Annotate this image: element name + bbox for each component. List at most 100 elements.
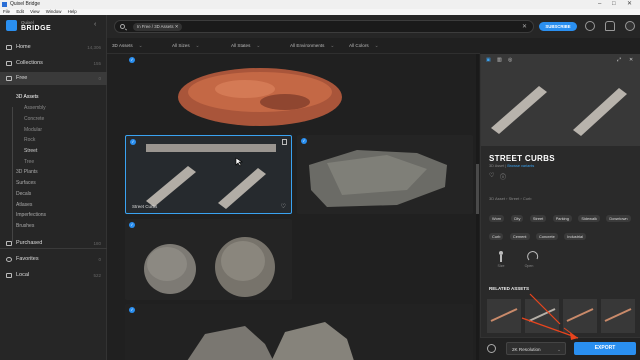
chevron-down-icon: ⌄ <box>557 347 561 352</box>
meta-size-label: Size <box>497 264 505 268</box>
gift-icon <box>6 76 12 81</box>
filter-asset-type[interactable]: 3D Assets ⌄ <box>112 41 143 51</box>
tag[interactable]: Sidewalk <box>578 215 600 222</box>
quixel-logo-icon <box>6 20 17 31</box>
tag[interactable]: Downtown <box>606 215 631 222</box>
clear-search-icon[interactable]: ✕ <box>522 23 527 30</box>
sidebar-item-purchased[interactable]: Purchased 180 <box>0 237 107 250</box>
sidebar-sub-atlases[interactable]: Atlases <box>16 202 32 208</box>
sidebar-item-label: Free <box>16 75 28 81</box>
favorite-heart-icon[interactable]: ♡ <box>281 203 286 210</box>
asset-card[interactable]: ✓ <box>125 54 473 130</box>
window-title: Quixel Bridge <box>10 1 41 7</box>
sidebar-sub-brushes[interactable]: Brushes <box>16 223 34 229</box>
close-window-icon[interactable]: ✕ <box>627 0 632 9</box>
filter-label: All Sizes <box>172 43 190 48</box>
filter-colors[interactable]: All Colors ⌄ <box>349 41 379 51</box>
sidebar-sub-tree[interactable]: Tree <box>24 159 34 165</box>
sidebar-sub-concrete[interactable]: Concrete <box>24 116 44 122</box>
related-asset-1 <box>487 299 521 333</box>
download-icon[interactable] <box>585 21 595 31</box>
asset-title: STREET CURBS <box>489 154 555 163</box>
maximize-icon[interactable]: □ <box>612 0 616 9</box>
tag[interactable]: City <box>510 215 524 222</box>
sidebar-item-local[interactable]: Local 522 <box>0 269 107 282</box>
sidebar-item-count: 155 <box>93 61 101 66</box>
related-assets-heading: RELATED ASSETS <box>489 286 530 291</box>
sidebar-item-favorites[interactable]: Favorites 0 <box>0 253 107 266</box>
minimize-icon[interactable]: – <box>598 0 601 9</box>
size-person-icon <box>499 251 503 262</box>
breadcrumb-item[interactable]: Curb <box>523 196 532 201</box>
browse-variants-link[interactable]: Browse variants <box>507 164 534 168</box>
sidebar-sub-decals[interactable]: Decals <box>16 191 31 197</box>
sidebar-sub-assembly[interactable]: Assembly <box>24 105 46 111</box>
sidebar-sub-street[interactable]: Street <box>24 148 37 154</box>
asset-card[interactable]: ✓ <box>125 219 292 300</box>
export-settings-gear-icon[interactable] <box>487 344 496 353</box>
sidebar-sub-3d-plants[interactable]: 3D Plants <box>16 169 38 175</box>
chevron-down-icon: ⌄ <box>330 43 335 49</box>
scrollbar-thumb[interactable] <box>476 164 479 214</box>
tag[interactable]: Industrial <box>564 233 587 240</box>
asset-thumbnail <box>144 237 275 297</box>
related-asset-4 <box>601 299 635 333</box>
asset-preview: ▣ ▥ ◎ ⤢ ✕ <box>481 54 640 146</box>
avatar[interactable] <box>625 21 635 31</box>
filter-label: 3D Assets <box>112 43 133 48</box>
sidebar-sub-surfaces[interactable]: Surfaces <box>16 180 36 186</box>
resolution-value: 2K Resolution <box>512 347 541 352</box>
notification-bell-icon[interactable] <box>605 21 615 31</box>
subscribe-button[interactable]: SUBSCRIBE <box>539 22 577 31</box>
search-input[interactable]: In Free / 3D Assets ✕ ✕ <box>114 20 534 33</box>
grid-scrollbar[interactable] <box>476 54 479 360</box>
filter-states[interactable]: All States ⌄ <box>231 41 260 51</box>
sidebar-item-count: 522 <box>93 273 101 278</box>
meta-open-label: Open <box>524 264 534 268</box>
breadcrumb-item[interactable]: Street <box>509 196 520 201</box>
breadcrumb-item[interactable]: 3D Asset <box>489 196 505 201</box>
sidebar-sub-imperfections[interactable]: Imperfections <box>16 212 46 218</box>
tag[interactable]: Cement <box>509 233 530 240</box>
sidebar-sub-rock[interactable]: Rock <box>24 137 35 143</box>
resolution-select[interactable]: 2K Resolution ⌄ <box>506 342 566 355</box>
cart-icon <box>6 241 12 246</box>
favorite-heart-icon[interactable]: ♡ <box>489 172 494 179</box>
tag[interactable]: Curb <box>489 233 504 240</box>
asset-card[interactable]: ✓ <box>297 135 473 214</box>
filter-environments[interactable]: All Environments ⌄ <box>290 41 334 51</box>
collections-icon <box>6 61 12 66</box>
sidebar-item-home[interactable]: Home 14,306 <box>0 41 107 54</box>
sidebar-item-count: 180 <box>93 241 101 246</box>
tag[interactable]: Parking <box>552 215 572 222</box>
asset-thumbnail <box>187 322 354 360</box>
export-button[interactable]: EXPORT <box>574 342 636 355</box>
meta-icons <box>499 251 539 262</box>
asset-grid: ✓ ✓ Street Curbs ♡ ✓ ✓ ✓ <box>120 54 474 360</box>
tag[interactable]: Street <box>529 215 547 222</box>
sidebar-item-collections[interactable]: Collections 155 <box>0 57 107 70</box>
chevron-down-icon: ⌄ <box>256 43 261 49</box>
filter-sizes[interactable]: All Sizes ⌄ <box>172 41 200 51</box>
asset-card-placeholder <box>297 219 473 300</box>
open-circle-icon <box>527 251 539 261</box>
sidebar-item-free[interactable]: Free 0 <box>0 72 107 85</box>
tag[interactable]: Concrete <box>535 233 558 240</box>
collapse-sidebar-icon[interactable]: ‹ <box>94 21 96 28</box>
heart-icon <box>6 257 12 262</box>
chevron-down-icon: ⌄ <box>374 43 379 49</box>
app-icon <box>2 2 7 7</box>
breadcrumb: 3D Asset › Street › Curb <box>489 196 532 201</box>
info-icon[interactable]: ⓘ <box>500 172 506 181</box>
related-assets-row <box>487 299 635 333</box>
tag[interactable]: Worn <box>489 215 505 222</box>
asset-card[interactable]: ✓ <box>125 304 473 360</box>
sidebar-sub-modular[interactable]: Modular <box>24 127 42 133</box>
filter-label: All States <box>231 43 251 48</box>
sidebar-item-label: Local <box>16 272 30 278</box>
sidebar-item-label: Collections <box>16 60 43 66</box>
search-filter-chip[interactable]: In Free / 3D Assets ✕ <box>133 23 183 31</box>
chevron-down-icon: ⌄ <box>195 43 200 49</box>
asset-card-street-curbs[interactable]: ✓ Street Curbs ♡ <box>125 135 292 214</box>
sidebar-sub-3d-assets[interactable]: 3D Assets <box>16 94 39 100</box>
